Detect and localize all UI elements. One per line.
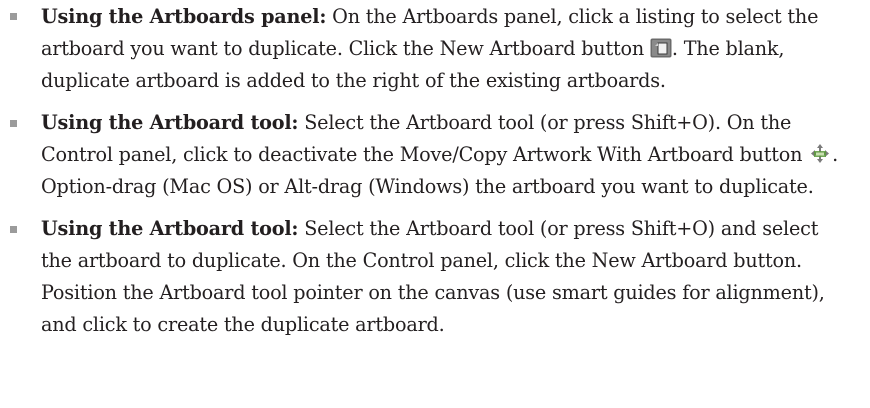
new-artboard-icon: [650, 38, 672, 58]
item-lead: Using the Artboard tool:: [41, 111, 299, 134]
move-copy-artwork-icon: [808, 143, 832, 165]
instruction-list: Using the Artboards panel: On the Artboa…: [0, 0, 870, 341]
item-lead: Using the Artboards panel:: [41, 5, 327, 28]
item-lead: Using the Artboard tool:: [41, 217, 299, 240]
bullet-icon: [10, 226, 17, 233]
bullet-icon: [10, 120, 17, 127]
list-item: Using the Artboard tool: Select the Artb…: [0, 107, 870, 203]
list-item: Using the Artboard tool: Select the Artb…: [0, 213, 870, 341]
list-item: Using the Artboards panel: On the Artboa…: [0, 0, 870, 97]
bullet-icon: [10, 13, 17, 20]
